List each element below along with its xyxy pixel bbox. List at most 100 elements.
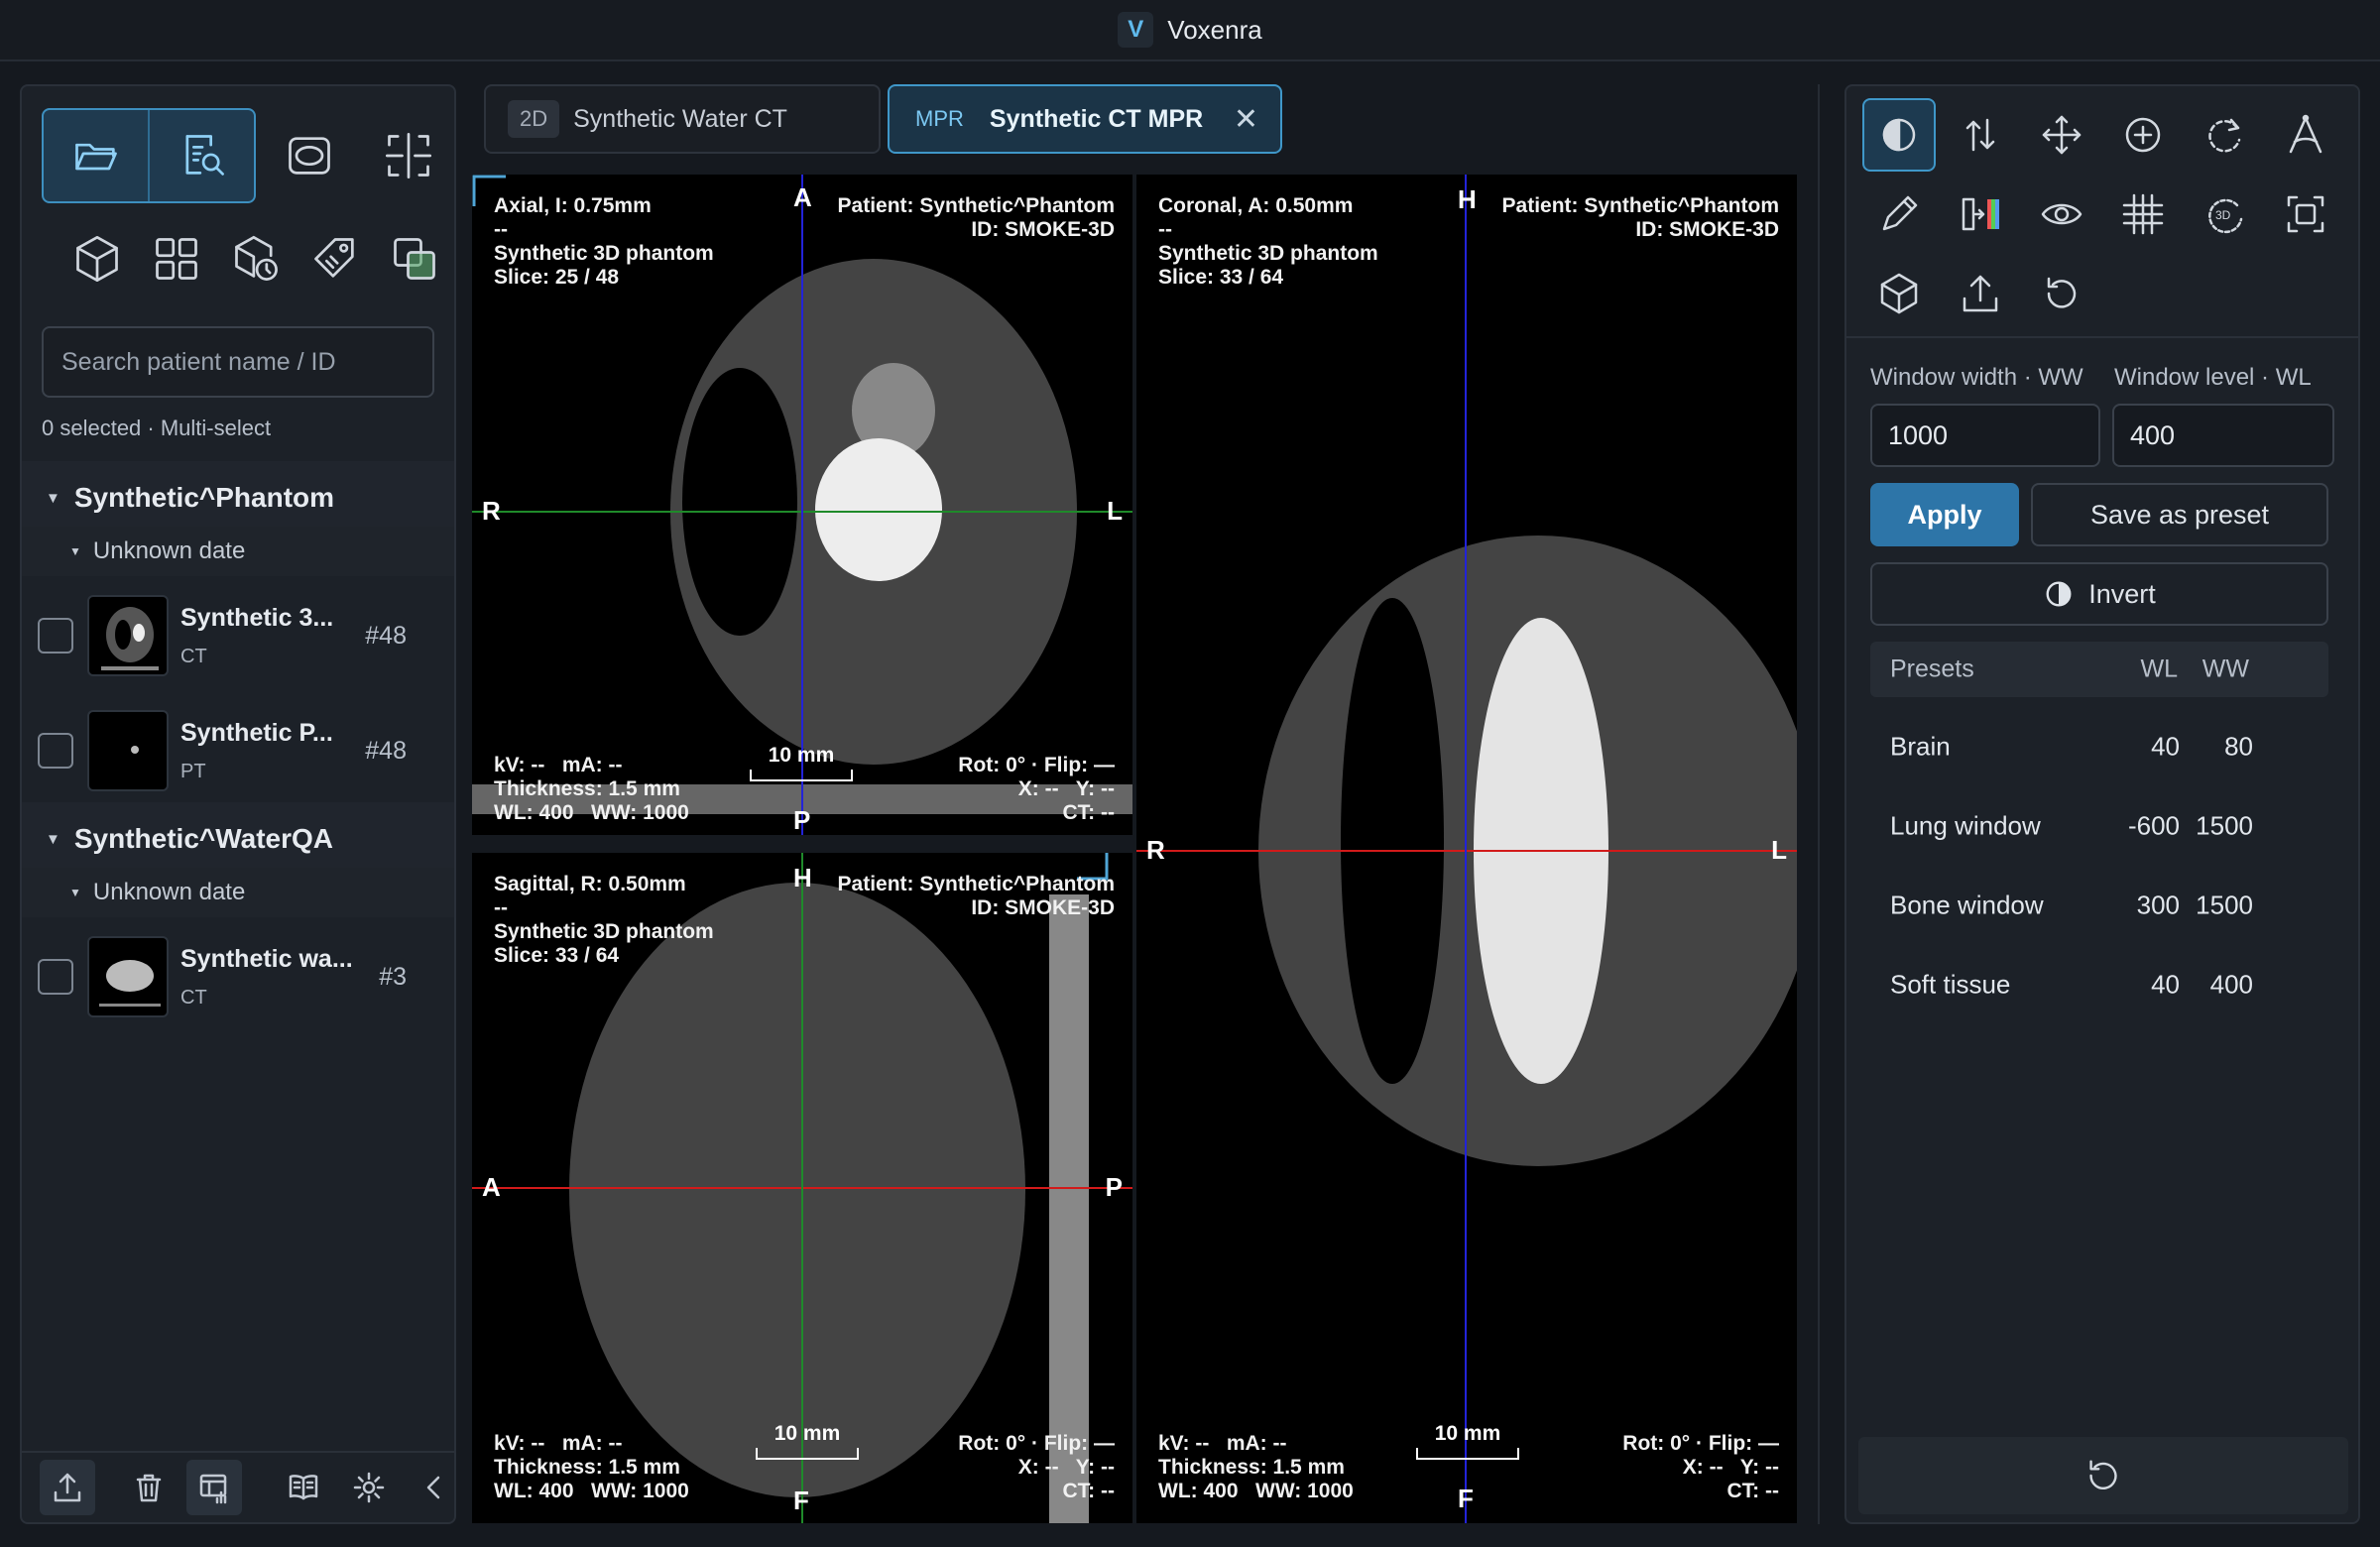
tab-badge: 2D	[508, 100, 560, 138]
3d-rotate-tool[interactable]: 3D	[2188, 178, 2261, 251]
orientation-bottom: P	[793, 805, 811, 835]
save-preset-button[interactable]: Save as preset	[2031, 483, 2328, 546]
series-row[interactable]: Synthetic 3... CT #48	[22, 582, 454, 689]
search-input[interactable]	[42, 326, 434, 398]
cube-settings-icon	[1880, 273, 1918, 314]
reset-tool[interactable]	[2025, 257, 2098, 330]
patient-group-header[interactable]: ▼ Synthetic^WaterQA	[22, 802, 454, 876]
fit-view-tool[interactable]	[2269, 178, 2342, 251]
tab-label: Synthetic CT MPR	[989, 104, 1204, 133]
patient-group-header[interactable]: ▼ Synthetic^Phantom	[22, 461, 454, 535]
preset-wl: -600	[2127, 810, 2180, 841]
crop-split-icon	[385, 132, 432, 179]
angle-icon	[2289, 114, 2322, 154]
docs-button[interactable]	[276, 1460, 331, 1515]
3d-cube-button[interactable]	[58, 219, 137, 298]
move-arrows-icon	[2042, 115, 2082, 155]
viewport-coronal[interactable]: Coronal, A: 0.50mm -- Synthetic 3D phant…	[1136, 175, 1797, 1523]
study-date-header[interactable]: ▼ Unknown date	[22, 527, 454, 576]
overlay-bottom-right: Rot: 0° · Flip: — X: -- Y: -- CT: --	[958, 1432, 1115, 1502]
scale-label: 10 mm	[1434, 1422, 1501, 1445]
tab-mpr-ct[interactable]: MPR Synthetic CT MPR ✕	[888, 84, 1282, 154]
export-tool[interactable]	[1944, 257, 2017, 330]
rotate-tool[interactable]	[2188, 98, 2261, 172]
3d-history-button[interactable]	[216, 219, 296, 298]
zoom-tool[interactable]	[2106, 98, 2180, 172]
study-date-header[interactable]: ▼ Unknown date	[22, 868, 454, 917]
study-date: Unknown date	[92, 537, 246, 564]
series-row[interactable]: Synthetic wa... CT #3	[22, 923, 454, 1030]
scroll-tool[interactable]	[1944, 98, 2017, 172]
search-list-icon	[184, 135, 224, 176]
colormap-tool[interactable]	[1944, 178, 2017, 251]
table-chart-icon	[199, 1474, 227, 1504]
collapse-sidebar-button[interactable]	[407, 1460, 454, 1515]
grid-layout-button[interactable]	[137, 219, 216, 298]
tab-2d-water-ct[interactable]: 2D Synthetic Water CT	[484, 84, 881, 154]
close-icon[interactable]: ✕	[1234, 102, 1258, 137]
series-name: Synthetic P...	[180, 719, 333, 747]
reset-window-button[interactable]	[1858, 1437, 2348, 1514]
svg-text:3D: 3D	[2215, 208, 2231, 222]
orientation-left: R	[1146, 835, 1165, 865]
compare-button[interactable]	[375, 219, 454, 298]
wl-label: Window level · WL	[2114, 364, 2312, 391]
window-level-input[interactable]	[2112, 404, 2334, 467]
overlay-bottom-right: Rot: 0° · Flip: — X: -- Y: -- CT: --	[1622, 1432, 1779, 1502]
export-button[interactable]	[40, 1460, 95, 1515]
preset-ww: 1500	[2196, 890, 2253, 920]
preset-row-brain[interactable]: Brain 40 80	[1870, 707, 2328, 786]
visibility-tool[interactable]	[2025, 178, 2098, 251]
settings-button[interactable]	[341, 1460, 397, 1515]
series-checkbox[interactable]	[38, 959, 73, 995]
open-folder-button[interactable]	[44, 110, 148, 201]
overlay-top-left: Sagittal, R: 0.50mm -- Synthetic 3D phan…	[494, 873, 714, 967]
series-modality: CT	[180, 646, 207, 667]
series-checkbox[interactable]	[38, 733, 73, 769]
window-width-input[interactable]	[1870, 404, 2100, 467]
apply-button[interactable]: Apply	[1870, 483, 2019, 546]
volume-tool[interactable]	[1862, 257, 1936, 330]
panel-divider[interactable]	[1818, 84, 1820, 1524]
viewport-sagittal[interactable]: Sagittal, R: 0.50mm -- Synthetic 3D phan…	[472, 853, 1132, 1523]
preset-row-soft-tissue[interactable]: Soft tissue 40 400	[1870, 945, 2328, 1024]
scale-bar: 10 mm	[756, 1422, 859, 1460]
orientation-bottom: F	[793, 1486, 809, 1515]
tag-button[interactable]	[296, 219, 375, 298]
ww-label: Window width · WW	[1870, 364, 2083, 391]
series-view-button[interactable]	[186, 1460, 242, 1515]
series-count: #3	[379, 962, 407, 991]
grid-overlay-tool[interactable]	[2106, 178, 2180, 251]
pan-tool[interactable]	[2025, 98, 2098, 172]
orientation-left: A	[482, 1172, 501, 1202]
series-row[interactable]: Synthetic P... PT #48	[22, 697, 454, 804]
layout-split-button[interactable]	[369, 116, 448, 195]
window-level-tool[interactable]	[1862, 98, 1936, 172]
invert-button[interactable]: Invert	[1870, 562, 2328, 626]
preset-ww: 400	[2209, 969, 2253, 1000]
overlay-top-left: Axial, I: 0.75mm -- Synthetic 3D phantom…	[494, 194, 714, 289]
preset-row-lung[interactable]: Lung window -600 1500	[1870, 786, 2328, 866]
overlay-top-right: Patient: Synthetic^Phantom ID: SMOKE-3D	[837, 194, 1115, 241]
disc-button[interactable]	[270, 116, 349, 195]
grid-hash-icon	[2122, 193, 2164, 235]
preset-ww: 80	[2224, 731, 2253, 762]
draw-tool[interactable]	[1862, 178, 1936, 251]
rotate-dashed-icon	[2208, 118, 2241, 153]
preset-name: Brain	[1890, 731, 1951, 762]
contrast-half-icon	[2046, 581, 2072, 607]
preset-row-bone[interactable]: Bone window 300 1500	[1870, 866, 2328, 945]
delete-button[interactable]	[121, 1460, 177, 1515]
focus-frame-icon	[2287, 195, 2324, 233]
series-checkbox[interactable]	[38, 618, 73, 654]
overlay-top-right: Patient: Synthetic^Phantom ID: SMOKE-3D	[837, 873, 1115, 919]
presets-header: Presets WL WW	[1870, 642, 2328, 697]
angle-tool[interactable]	[2269, 98, 2342, 172]
viewport-axial[interactable]: Axial, I: 0.75mm -- Synthetic 3D phantom…	[472, 175, 1132, 835]
overlay-bottom-right: Rot: 0° · Flip: — X: -- Y: -- CT: --	[958, 754, 1115, 824]
series-thumbnail	[87, 710, 169, 791]
preset-ww: 1500	[2196, 810, 2253, 841]
tag-icon	[314, 238, 354, 278]
overlay-bottom-left: kV: -- mA: -- Thickness: 1.5 mm WL: 400 …	[494, 1432, 689, 1502]
search-studies-button[interactable]	[148, 110, 254, 201]
